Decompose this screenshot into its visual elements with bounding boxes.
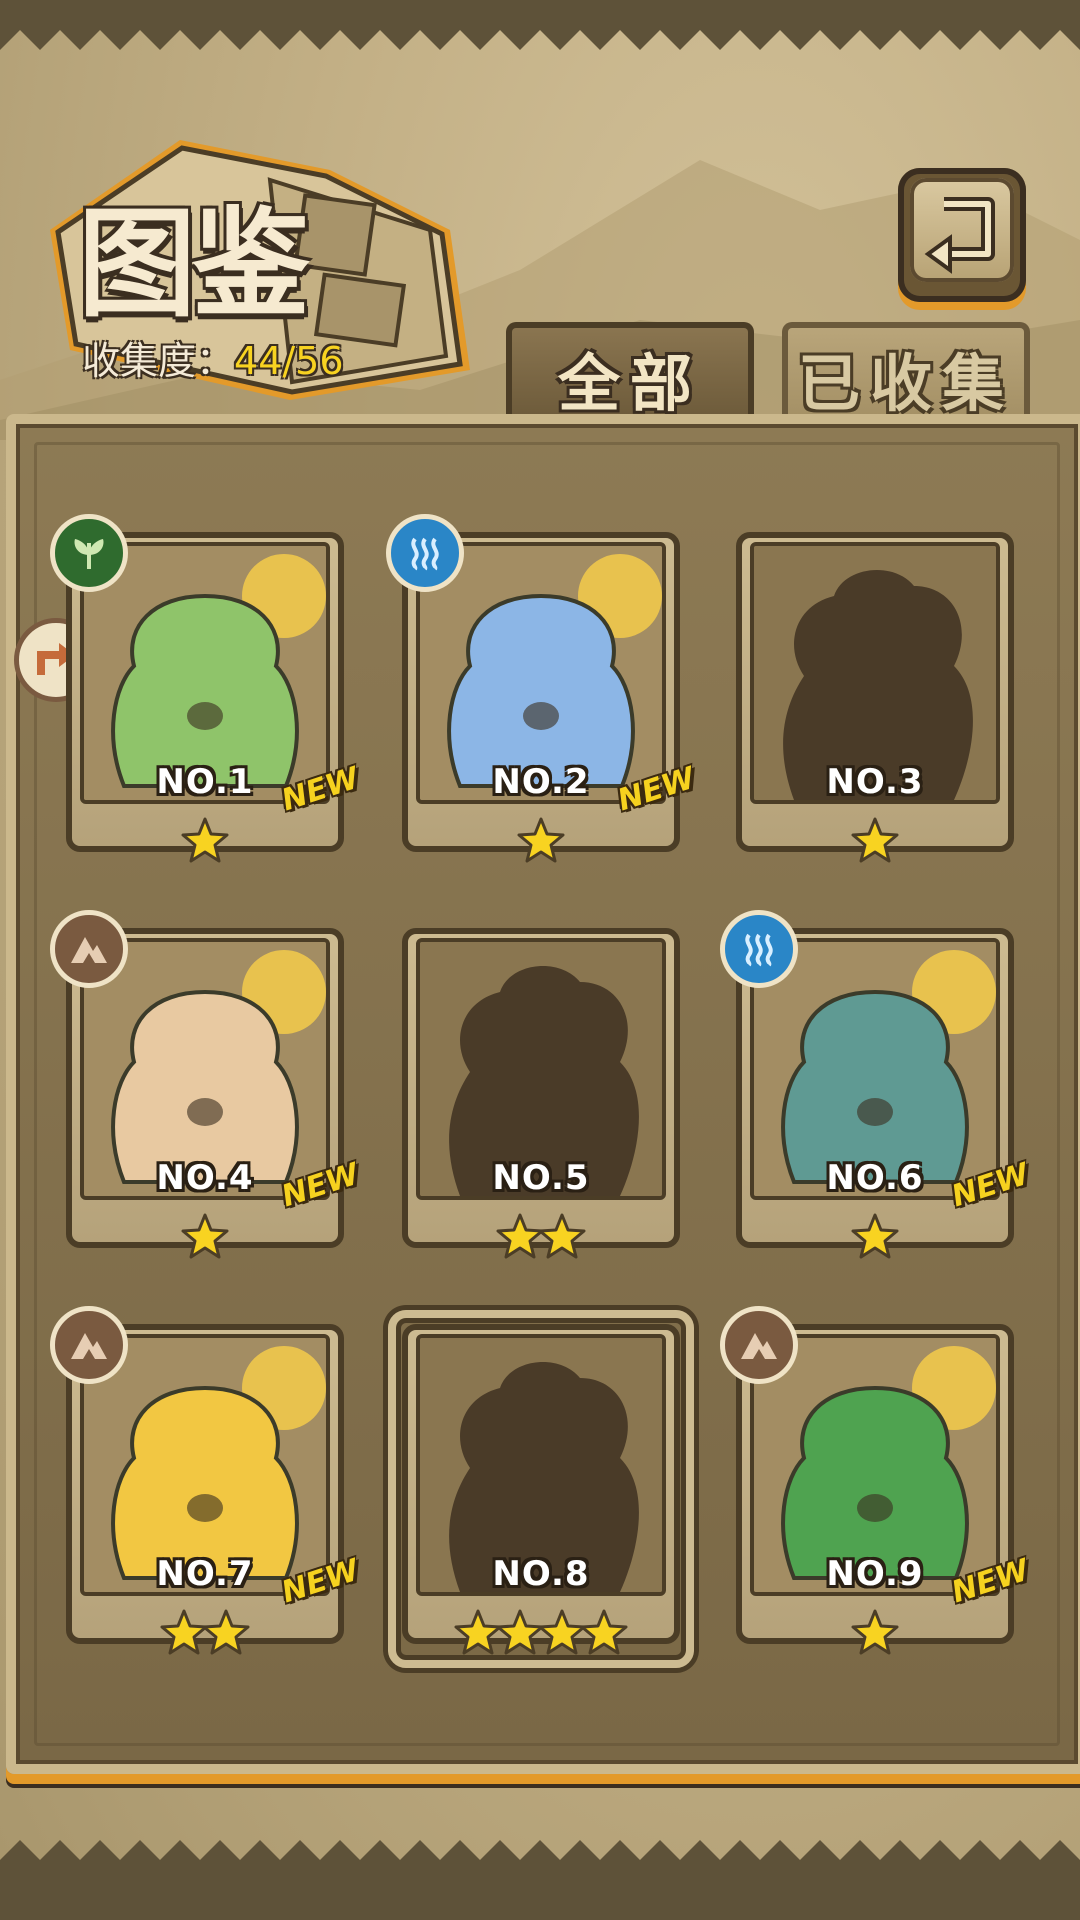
star-icon xyxy=(517,817,565,863)
star-icon xyxy=(851,1213,899,1259)
star-rating xyxy=(402,1608,680,1658)
star-icon xyxy=(202,1609,250,1655)
star-icon xyxy=(181,817,229,863)
star-rating xyxy=(66,816,344,866)
star-rating xyxy=(736,1608,1014,1658)
tab-all[interactable]: 全部 xyxy=(506,322,754,428)
top-border xyxy=(0,0,1080,50)
monster-card[interactable]: NO.7 NEW xyxy=(50,1306,363,1655)
back-button-face xyxy=(910,178,1014,282)
earth-icon xyxy=(71,1333,107,1359)
monster-card[interactable]: NO.2 NEW xyxy=(386,514,699,863)
star-rating xyxy=(66,1212,344,1262)
element-badge xyxy=(50,514,128,592)
back-button[interactable] xyxy=(898,168,1026,302)
monster-card[interactable]: NO.6 NEW xyxy=(720,910,1033,1259)
element-badge xyxy=(50,910,128,988)
star-rating xyxy=(736,1212,1014,1262)
star-rating xyxy=(402,816,680,866)
earth-icon xyxy=(741,1333,777,1359)
collection-label: 收集度： xyxy=(82,339,235,383)
card-number: NO.5 xyxy=(492,1158,590,1198)
monster-card[interactable]: NO.5 xyxy=(402,928,680,1259)
return-arrow-icon xyxy=(924,197,995,274)
element-badge xyxy=(50,1306,128,1384)
star-icon xyxy=(181,1213,229,1259)
tab-collected[interactable]: 已收集 xyxy=(782,322,1030,428)
star-rating xyxy=(66,1608,344,1658)
earth-icon xyxy=(71,937,107,963)
monster-card[interactable]: NO.4 NEW xyxy=(50,910,363,1259)
water-icon xyxy=(411,537,439,571)
card-number: NO.8 xyxy=(492,1554,590,1594)
monster-card[interactable]: NO.8 xyxy=(388,1310,694,1668)
monster-card[interactable]: NO.3 xyxy=(736,532,1014,863)
star-rating xyxy=(736,816,1014,866)
page-title: 图鉴 xyxy=(78,194,310,333)
collection-progress: 收集度：44/56 xyxy=(82,330,344,385)
star-rating xyxy=(402,1212,680,1262)
water-icon xyxy=(745,933,773,967)
element-badge xyxy=(720,910,798,988)
element-badge xyxy=(720,1306,798,1384)
element-badge xyxy=(386,514,464,592)
collection-value: 44/56 xyxy=(234,339,344,383)
card-number: NO.3 xyxy=(826,762,924,802)
star-icon xyxy=(580,1609,628,1655)
star-icon xyxy=(851,817,899,863)
bottom-border xyxy=(0,1840,1080,1920)
monster-card[interactable]: NO.9 NEW xyxy=(720,1306,1033,1655)
star-icon xyxy=(851,1609,899,1655)
monster-card[interactable]: NO.1 NEW xyxy=(50,514,363,863)
star-icon xyxy=(538,1213,586,1259)
plant-icon xyxy=(74,539,104,570)
